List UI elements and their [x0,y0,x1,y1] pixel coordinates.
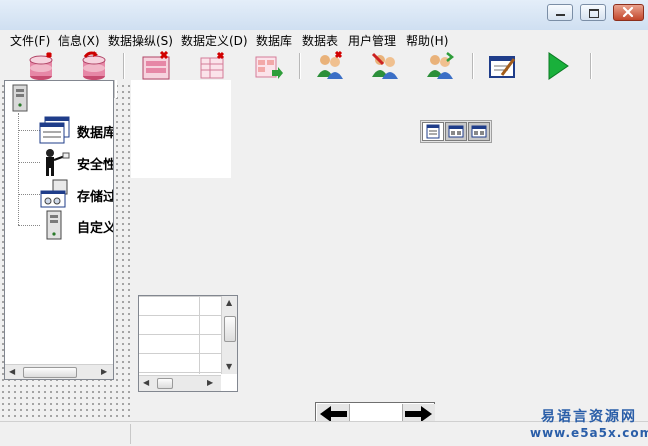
detail-view-icon [448,125,464,138]
scroll-up-icon[interactable]: ▲ [226,298,232,307]
tree-item-database[interactable]: 数据库 [39,115,114,145]
tree-item-label: 自定义 [77,221,114,236]
server-icon [12,84,28,112]
object-tree[interactable]: 数据库 安全性 存储过 自定义 ◀ ▶ [4,80,114,380]
menu-data-manipulation[interactable]: 数据操纵(S) [108,32,173,49]
tree-item-security[interactable]: 安全性 [39,147,114,177]
run-icon [548,52,569,80]
data-grid[interactable]: ▲ ▼ ◀ ▶ [138,295,238,392]
maximize-button[interactable] [580,4,606,21]
scroll-right-icon[interactable]: ▶ [101,367,107,376]
toolbar-separator [472,53,474,79]
grid-horizontal-scrollbar[interactable]: ◀ ▶ [139,375,221,391]
menu-database[interactable]: 数据库 [256,32,292,49]
database-refresh-icon [82,51,106,80]
document-edit-icon [489,56,516,78]
watermark: 易语言资源网 www.e5a5x.com [530,406,648,440]
database-refresh-button[interactable] [79,51,109,81]
minimize-button[interactable] [547,4,573,21]
toolbar-separator [299,53,301,79]
table-add-icon [200,51,225,79]
watermark-url: www.e5a5x.com [530,426,648,440]
tree-line [18,225,40,226]
list-view-icon [426,124,440,139]
tree-line [18,194,40,195]
close-button[interactable] [613,4,644,21]
list-panel[interactable] [131,80,231,178]
document-edit-button[interactable] [488,51,518,81]
tree-item-label: 安全性 [77,158,114,173]
scrollbar-thumb[interactable] [23,367,77,378]
table-export-button[interactable] [254,51,284,81]
table-add-button[interactable] [198,51,228,81]
run-button[interactable] [543,51,573,81]
grid-view-icon [471,125,487,138]
tree-horizontal-scrollbar[interactable]: ◀ ▶ [5,364,113,379]
scroll-down-icon[interactable]: ▼ [226,362,232,371]
user-edit-button[interactable] [370,51,400,81]
detail-view-button[interactable] [445,122,467,141]
menu-bar: 文件(F) 信息(X) 数据操纵(S) 数据定义(D) 数据库 数据表 用户管理… [0,30,648,49]
window-title-bar [0,0,648,31]
user-refresh-icon [427,52,455,79]
database-edit-icon [142,50,170,80]
tree-line [18,130,40,131]
watermark-title: 易语言资源网 [541,409,637,425]
scrollbar-thumb[interactable] [157,378,173,389]
grid-rows [139,296,221,374]
user-edit-icon [371,52,398,79]
tree-item-label: 存储过 [77,190,114,205]
database-edit-button[interactable] [142,50,172,81]
scroll-left-icon[interactable]: ◀ [9,367,15,376]
tree-item-label: 数据库 [77,126,114,141]
list-view-button[interactable] [422,122,444,141]
scrollbar-thumb[interactable] [224,316,236,342]
scroll-left-icon[interactable]: ◀ [143,378,149,387]
close-icon [622,6,634,18]
database-add-icon [29,51,53,80]
minimize-icon [556,14,565,16]
grid-column-divider [199,296,200,374]
toolbar-separator [590,53,592,79]
custom-server-icon [46,210,62,240]
database-add-button[interactable] [27,51,57,81]
tree-line [18,162,40,163]
menu-data-definition[interactable]: 数据定义(D) [181,32,248,49]
user-refresh-button[interactable] [425,51,455,81]
scroll-right-icon[interactable]: ▶ [207,378,213,387]
menu-table[interactable]: 数据表 [302,32,338,49]
user-add-icon [317,50,343,79]
menu-info[interactable]: 信息(X) [58,32,100,49]
maximize-icon [589,9,599,18]
tree-item-stored-procedure[interactable]: 存储过 [39,179,114,209]
menu-help[interactable]: 帮助(H) [406,32,448,49]
grid-vertical-scrollbar[interactable]: ▲ ▼ [221,296,237,374]
panel-divider [114,80,117,98]
floating-toolbar [420,120,492,143]
database-window-icon [39,116,70,144]
security-person-icon [46,149,70,176]
user-add-button[interactable] [315,50,345,81]
menu-file[interactable]: 文件(F) [10,32,50,49]
toolbar [0,49,648,83]
grid-view-button[interactable] [468,122,490,141]
toolbar-separator [123,53,125,79]
tree-item-custom[interactable]: 自定义 [39,210,114,240]
table-export-icon [255,56,283,79]
menu-user-management[interactable]: 用户管理 [348,32,396,49]
stored-procedure-icon [40,179,68,208]
status-panel [0,424,131,444]
